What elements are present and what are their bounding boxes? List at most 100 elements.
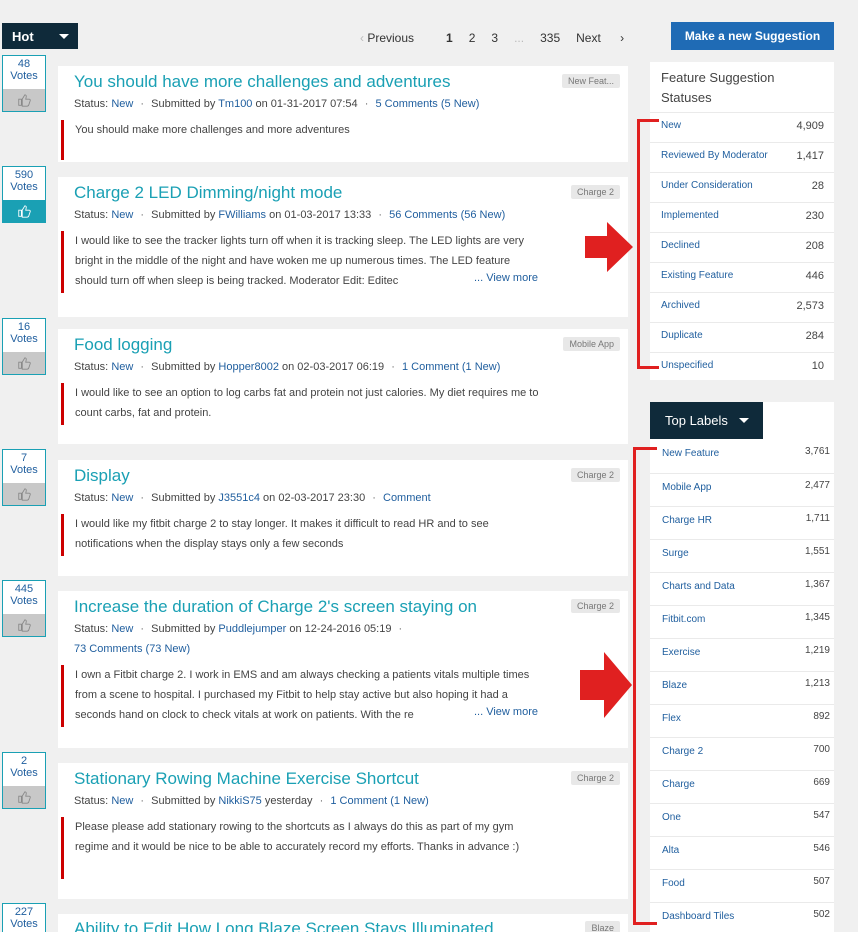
post-tag[interactable]: Mobile App xyxy=(563,337,620,351)
label-item[interactable]: Charge 669 xyxy=(650,770,834,803)
label-item[interactable]: Blaze 1,213 xyxy=(650,671,834,704)
status-link[interactable]: New xyxy=(111,492,133,504)
status-name[interactable]: New xyxy=(661,120,681,131)
sort-dropdown[interactable]: Hot xyxy=(2,23,78,49)
status-name[interactable]: Duplicate xyxy=(661,330,703,341)
status-item[interactable]: Archived 2,573 xyxy=(650,292,834,322)
label-name[interactable]: Mobile App xyxy=(662,482,711,493)
post-title[interactable]: Stationary Rowing Machine Exercise Short… xyxy=(74,769,419,789)
post-tag[interactable]: Blaze xyxy=(585,921,620,932)
comments-link[interactable]: 73 Comments (73 New) xyxy=(74,643,190,655)
label-item[interactable]: Flex 892 xyxy=(650,704,834,737)
label-name[interactable]: Flex xyxy=(662,713,681,724)
author-link[interactable]: Tm100 xyxy=(218,98,252,110)
label-item[interactable]: Charts and Data 1,367 xyxy=(650,572,834,605)
page-last-link[interactable]: 335 xyxy=(540,31,560,45)
thumbs-up-button[interactable] xyxy=(3,483,45,505)
post-title[interactable]: Display xyxy=(74,466,130,486)
page-3-link[interactable]: 3 xyxy=(491,31,498,45)
label-name[interactable]: Dashboard Tiles xyxy=(662,911,734,922)
previous-link[interactable]: ‹ Previous xyxy=(360,31,430,45)
comments-link[interactable]: 1 Comment (1 New) xyxy=(402,361,500,373)
label-name[interactable]: Alta xyxy=(662,845,679,856)
label-item[interactable]: Charge HR 1,711 xyxy=(650,506,834,539)
next-link[interactable]: Next › xyxy=(576,31,624,45)
status-item[interactable]: Declined 208 xyxy=(650,232,834,262)
comments-link[interactable]: 1 Comment (1 New) xyxy=(330,795,428,807)
make-suggestion-button[interactable]: Make a new Suggestion xyxy=(671,22,834,50)
label-item[interactable]: One 547 xyxy=(650,803,834,836)
label-item[interactable]: Mobile App 2,477 xyxy=(650,473,834,506)
label-name[interactable]: Blaze xyxy=(662,680,687,691)
author-link[interactable]: Puddlejumper xyxy=(218,623,286,635)
status-name[interactable]: Implemented xyxy=(661,210,719,221)
thumbs-up-button[interactable] xyxy=(3,352,45,374)
thumbs-up-button[interactable] xyxy=(3,89,45,111)
label-item[interactable]: Food 507 xyxy=(650,869,834,902)
thumbs-up-button[interactable] xyxy=(3,614,45,636)
post-tag[interactable]: Charge 2 xyxy=(570,771,620,785)
label-item[interactable]: Charge 2 700 xyxy=(650,737,834,770)
label-name[interactable]: Exercise xyxy=(662,647,700,658)
thumbs-up-button[interactable] xyxy=(3,786,45,808)
label-name[interactable]: Surge xyxy=(662,548,689,559)
label-name[interactable]: One xyxy=(662,812,681,823)
status-label: Status: xyxy=(74,623,109,635)
view-more-link[interactable]: ... View more xyxy=(472,272,538,284)
status-name[interactable]: Existing Feature xyxy=(661,270,733,281)
status-item[interactable]: New 4,909 xyxy=(650,112,834,142)
status-item[interactable]: Under Consideration 28 xyxy=(650,172,834,202)
label-name[interactable]: Food xyxy=(662,878,685,889)
status-name[interactable]: Declined xyxy=(661,240,700,251)
post-tag[interactable]: New Feat... xyxy=(561,74,620,88)
label-item[interactable]: New Feature 3,761 xyxy=(650,440,834,473)
view-more-link[interactable]: ... View more xyxy=(472,706,538,718)
post-tag[interactable]: Charge 2 xyxy=(570,599,620,613)
label-item[interactable]: Dashboard Tiles 502 xyxy=(650,902,834,932)
label-name[interactable]: Fitbit.com xyxy=(662,614,705,625)
label-item[interactable]: Exercise 1,219 xyxy=(650,638,834,671)
post-title[interactable]: Ability to Edit How Long Blaze Screen St… xyxy=(74,919,494,932)
thumbs-up-button[interactable] xyxy=(3,200,45,222)
post-title[interactable]: Food logging xyxy=(74,335,172,355)
label-name[interactable]: Charts and Data xyxy=(662,581,735,592)
label-name[interactable]: Charge 2 xyxy=(662,746,703,757)
post-tag[interactable]: Charge 2 xyxy=(570,185,620,199)
status-item[interactable]: Unspecified 10 xyxy=(650,352,834,382)
author-link[interactable]: J3551c4 xyxy=(218,492,260,504)
label-name[interactable]: Charge HR xyxy=(662,515,712,526)
status-item[interactable]: Implemented 230 xyxy=(650,202,834,232)
status-link[interactable]: New xyxy=(111,209,133,221)
status-name[interactable]: Archived xyxy=(661,300,700,311)
status-link[interactable]: New xyxy=(111,361,133,373)
page-1-link[interactable]: 1 xyxy=(446,31,453,45)
post-title[interactable]: Increase the duration of Charge 2's scre… xyxy=(74,597,477,617)
comments-link[interactable]: 5 Comments (5 New) xyxy=(375,98,479,110)
status-item[interactable]: Duplicate 284 xyxy=(650,322,834,352)
page-2-link[interactable]: 2 xyxy=(469,31,476,45)
top-labels-dropdown[interactable]: Top Labels xyxy=(650,402,763,439)
label-item[interactable]: Fitbit.com 1,345 xyxy=(650,605,834,638)
status-link[interactable]: New xyxy=(111,623,133,635)
post-tag[interactable]: Charge 2 xyxy=(570,468,620,482)
label-item[interactable]: Surge 1,551 xyxy=(650,539,834,572)
status-name[interactable]: Reviewed By Moderator xyxy=(661,150,768,161)
thumbs-up-icon xyxy=(18,488,31,501)
author-link[interactable]: Hopper8002 xyxy=(218,361,279,373)
label-name[interactable]: Charge xyxy=(662,779,695,790)
post-title[interactable]: Charge 2 LED Dimming/night mode xyxy=(74,183,342,203)
status-link[interactable]: New xyxy=(111,98,133,110)
status-item[interactable]: Existing Feature 446 xyxy=(650,262,834,292)
label-name[interactable]: New Feature xyxy=(662,448,719,459)
author-link[interactable]: NikkiS75 xyxy=(218,795,261,807)
status-item[interactable]: Reviewed By Moderator 1,417 xyxy=(650,142,834,172)
status-name[interactable]: Unspecified xyxy=(661,360,713,371)
comments-link[interactable]: Comment xyxy=(383,492,431,504)
author-link[interactable]: FWilliams xyxy=(218,209,266,221)
status-link[interactable]: New xyxy=(111,795,133,807)
label-item[interactable]: Alta 546 xyxy=(650,836,834,869)
pagination: ‹ Previous 1 2 3 ... 335 Next › xyxy=(360,31,624,45)
status-name[interactable]: Under Consideration xyxy=(661,180,753,191)
comments-link[interactable]: 56 Comments (56 New) xyxy=(389,209,505,221)
post-title[interactable]: You should have more challenges and adve… xyxy=(74,72,450,92)
